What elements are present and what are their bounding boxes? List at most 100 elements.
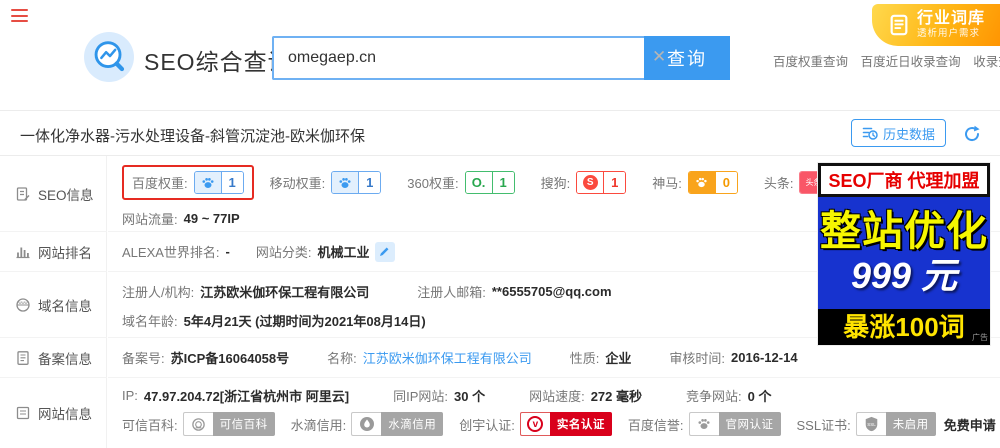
ad-footer: 暴涨100词 广告 — [818, 309, 990, 345]
official-site-cert-badge[interactable]: 官网认证 — [688, 412, 781, 436]
ad-tag: 广告 — [972, 333, 988, 342]
baidu-weight-badge[interactable]: 1 — [193, 171, 244, 194]
document-icon — [15, 350, 31, 366]
sidebar-item-domain-info[interactable]: www 域名信息 — [0, 272, 107, 338]
waterdrop-icon — [351, 412, 382, 436]
domain-age-group: 域名年龄: 5年4月21天 (过期时间为2021年08月14日) — [122, 311, 426, 330]
toutiao-label: 头条: — [763, 176, 794, 191]
same-ip-value: 30 个 — [454, 389, 486, 404]
speed-group: 网站速度: 272 毫秒 — [529, 386, 642, 405]
clear-icon[interactable]: ✕ — [652, 48, 666, 65]
link-index-query[interactable]: 收录查询 — [973, 55, 1000, 69]
sidebar-label: 网站信息 — [38, 407, 92, 422]
refresh-icon[interactable] — [962, 124, 982, 144]
alexa-value: - — [225, 244, 230, 259]
baidu-paw-icon — [194, 172, 221, 193]
sidebar-label: 域名信息 — [38, 298, 92, 314]
chuangyu-cert-label: 创宇认证: — [459, 417, 515, 433]
waterdrop-credit-label: 水滴信用: — [290, 417, 347, 433]
history-label: 历史数据 — [882, 126, 935, 142]
shenma-label: 神马: — [652, 176, 682, 191]
360-weight-group: 360权重: O. 1 — [407, 171, 515, 194]
same-ip-label: 同IP网站: — [393, 389, 448, 404]
sidebar-label: SEO信息 — [38, 187, 94, 203]
competitor-group: 竞争网站: 0 个 — [686, 386, 771, 405]
realname-cert-badge[interactable]: v 实名认证 — [519, 412, 612, 436]
sidebar-label: 网站排名 — [38, 245, 92, 261]
title-bar: 一体化净水器-污水处理设备-斜管沉淀池-欧米伽环保 历史数据 — [0, 110, 1000, 156]
registrant-email-label: 注册人邮箱: — [417, 285, 486, 300]
mobile-weight-group: 移动权重: 1 — [270, 171, 382, 194]
competitor-value: 0 个 — [747, 389, 772, 404]
ssl-cert-label: SSL证书: — [796, 417, 851, 433]
baidu-paw-icon — [332, 172, 359, 193]
ad-headline: SEO厂商 代理加盟 — [818, 163, 990, 197]
baidu-weight-label: 百度权重: — [132, 176, 188, 191]
site-info-row: IP: 47.97.204.72[浙江省杭州市 阿里云] 同IP网站: 30 个… — [108, 378, 1000, 448]
search-input[interactable] — [272, 36, 644, 80]
industry-lexicon-badge[interactable]: 行业词库 透析用户需求 — [872, 4, 1000, 46]
shenma-icon — [688, 172, 715, 193]
traffic-value: 49 ~ 77IP — [183, 211, 240, 226]
ad-banner[interactable]: SEO厂商 代理加盟 整站优化 999 元 暴涨100词 广告 — [818, 163, 990, 345]
app-title: SEO综合查询 — [144, 49, 292, 75]
ad-footer-text: 暴涨100词 — [843, 312, 965, 342]
icp-audit-label: 审核时间: — [669, 351, 726, 366]
sidebar-item-site-rank[interactable]: 网站排名 — [0, 232, 107, 272]
sidebar-label: 备案信息 — [38, 351, 92, 367]
360-weight-label: 360权重: — [407, 176, 459, 191]
chuangyu-cert-group: 创宇认证: v 实名认证 — [459, 412, 612, 436]
icp-nature-group: 性质: 企业 — [570, 348, 632, 367]
history-data-button[interactable]: 历史数据 — [850, 119, 946, 147]
trust-baike-label: 可信百科: — [122, 417, 178, 433]
registrant-label: 注册人/机构: — [122, 285, 195, 300]
traffic-group: 网站流量: 49 ~ 77IP — [122, 209, 240, 228]
link-baidu-weight-query[interactable]: 百度权重查询 — [773, 55, 848, 69]
icp-number-group: 备案号: 苏ICP备16064058号 — [122, 348, 289, 367]
alexa-label: ALEXA世界排名: — [122, 245, 220, 260]
svg-text:www: www — [18, 300, 28, 305]
sogou-weight-group: 搜狗: S 1 — [541, 171, 627, 194]
shenma-weight-badge[interactable]: 0 — [687, 171, 738, 194]
mobile-weight-label: 移动权重: — [269, 176, 326, 191]
icp-company-link[interactable]: 江苏欧米伽环保工程有限公司 — [363, 348, 532, 367]
trust-baike-group: 可信百科: 可信百科 — [122, 412, 275, 436]
icp-audit-value: 2016-12-14 — [731, 350, 798, 365]
category-value: 机械工业 — [317, 245, 370, 260]
menu-icon[interactable] — [11, 9, 28, 22]
sogou-icon: S — [577, 172, 604, 193]
baidu-weight-highlight-box: 百度权重: 1 — [122, 165, 254, 200]
ad-price: 999 元 — [850, 254, 958, 296]
doc-lines-icon — [15, 405, 31, 421]
edit-category-icon[interactable] — [374, 241, 395, 262]
history-icon — [862, 125, 878, 141]
ip-value: 47.97.204.72[浙江省杭州市 阿里云] — [143, 389, 350, 404]
ip-group: IP: 47.97.204.72[浙江省杭州市 阿里云] — [122, 386, 349, 405]
free-apply-link[interactable]: 免费申请 — [944, 415, 996, 434]
360-weight-badge[interactable]: O. 1 — [464, 171, 515, 194]
icp-nature-value: 企业 — [605, 351, 632, 366]
competitor-label: 竞争网站: — [686, 389, 742, 404]
sidebar-item-icp-info[interactable]: 备案信息 — [0, 338, 107, 378]
sogou-weight-badge[interactable]: S 1 — [576, 171, 627, 194]
traffic-label: 网站流量: — [122, 212, 178, 227]
registrant-group: 注册人/机构: 江苏欧米伽环保工程有限公司 — [122, 282, 369, 301]
seo-logo-icon — [84, 32, 134, 82]
main-panel: SEO信息 网站排名 www 域名信息 备案信息 网站信息 百度权重: 1 移动… — [0, 156, 1000, 448]
trust-baike-badge[interactable]: 可信百科 — [182, 412, 275, 436]
sidebar-item-site-info[interactable]: 网站信息 — [0, 378, 107, 448]
ip-label: IP: — [122, 388, 138, 403]
waterdrop-credit-badge[interactable]: 水滴信用 — [351, 412, 444, 436]
ssl-cert-badge[interactable]: SSL 未启用 — [855, 412, 936, 436]
icp-name-group: 名称: 江苏欧米伽环保工程有限公司 — [327, 348, 532, 367]
mobile-weight-value: 1 — [358, 172, 381, 193]
doc-edit-icon — [15, 186, 31, 202]
gray-paw-icon — [688, 412, 719, 436]
mobile-weight-badge[interactable]: 1 — [331, 171, 382, 194]
icp-number-label: 备案号: — [122, 351, 165, 366]
sogou-label: 搜狗: — [540, 176, 571, 191]
link-baidu-recent-index-query[interactable]: 百度近日收录查询 — [861, 55, 961, 69]
speed-value: 272 毫秒 — [590, 389, 643, 404]
sidebar-item-seo-info[interactable]: SEO信息 — [0, 156, 107, 232]
domain-age-label: 域名年龄: — [122, 314, 178, 329]
